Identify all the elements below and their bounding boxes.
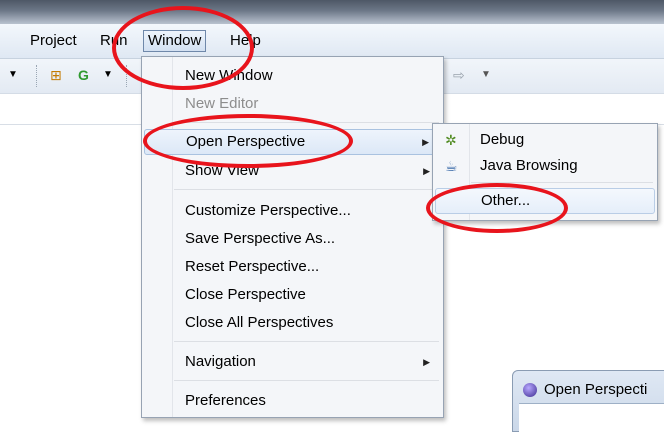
menu-item-close-perspective[interactable]: Close Perspective <box>144 283 440 307</box>
annotation-circle-window-menu <box>112 6 254 90</box>
menu-item-label: Navigation <box>185 353 256 370</box>
menu-divider <box>174 380 439 381</box>
annotation-circle-open-perspective <box>143 114 353 168</box>
new-class-icon[interactable]: ⊞ <box>50 67 62 83</box>
menu-item-close-all-perspectives[interactable]: Close All Perspectives <box>144 311 440 335</box>
toolbar-dropdown-arrow-icon[interactable]: ▼ <box>8 67 18 83</box>
toolbar-separator <box>36 65 38 87</box>
menu-item-new-editor: New Editor <box>144 92 440 116</box>
run-icon[interactable]: G <box>78 67 89 83</box>
menu-divider <box>174 189 439 190</box>
window-title-bar <box>0 0 664 24</box>
annotation-circle-other <box>426 183 568 233</box>
menu-item-label: Close All Perspectives <box>185 314 334 331</box>
menu-item-reset-perspective[interactable]: Reset Perspective... <box>144 255 440 279</box>
submenu-arrow-icon: ▶ <box>423 357 430 367</box>
java-browsing-icon: ☕ <box>445 158 458 174</box>
menu-item-label: Preferences <box>185 392 266 409</box>
debug-bug-icon: ✲ <box>445 132 457 148</box>
submenu-item-label: Java Browsing <box>480 157 578 174</box>
menu-item-label: New Editor <box>185 95 259 112</box>
submenu-arrow-icon: ▶ <box>422 137 429 147</box>
menu-bar: Project Run Window Help <box>0 24 664 59</box>
menu-item-label: Save Perspective As... <box>185 230 336 247</box>
dialog-body <box>519 403 664 434</box>
menu-divider <box>174 341 439 342</box>
menu-item-label: Close Perspective <box>185 286 306 303</box>
eclipse-icon <box>523 383 537 397</box>
submenu-item-label: Debug <box>480 131 525 148</box>
submenu-arrow-icon: ▶ <box>423 166 430 176</box>
menu-item-customize-perspective[interactable]: Customize Perspective... <box>144 199 440 223</box>
menu-project[interactable]: Project <box>27 31 80 51</box>
open-perspective-dialog[interactable]: Open Perspecti <box>512 370 664 434</box>
forward-dropdown-arrow-icon[interactable]: ▼ <box>481 67 491 83</box>
menu-item-label: Customize Perspective... <box>185 202 351 219</box>
menu-item-preferences[interactable]: Preferences <box>144 389 440 413</box>
forward-arrow-icon[interactable]: ⇨ <box>453 67 465 83</box>
dialog-title: Open Perspecti <box>544 381 648 398</box>
run-dropdown-arrow-icon[interactable]: ▼ <box>103 67 113 83</box>
menu-item-label: Reset Perspective... <box>185 258 320 275</box>
menu-item-save-perspective-as[interactable]: Save Perspective As... <box>144 227 440 251</box>
submenu-item-debug[interactable]: ✲ Debug <box>435 128 655 152</box>
window-menu: New Window New Editor Open Perspective ▶… <box>141 56 444 418</box>
submenu-item-java-browsing[interactable]: ☕ Java Browsing <box>435 154 655 178</box>
menu-item-navigation[interactable]: Navigation ▶ <box>144 350 440 374</box>
